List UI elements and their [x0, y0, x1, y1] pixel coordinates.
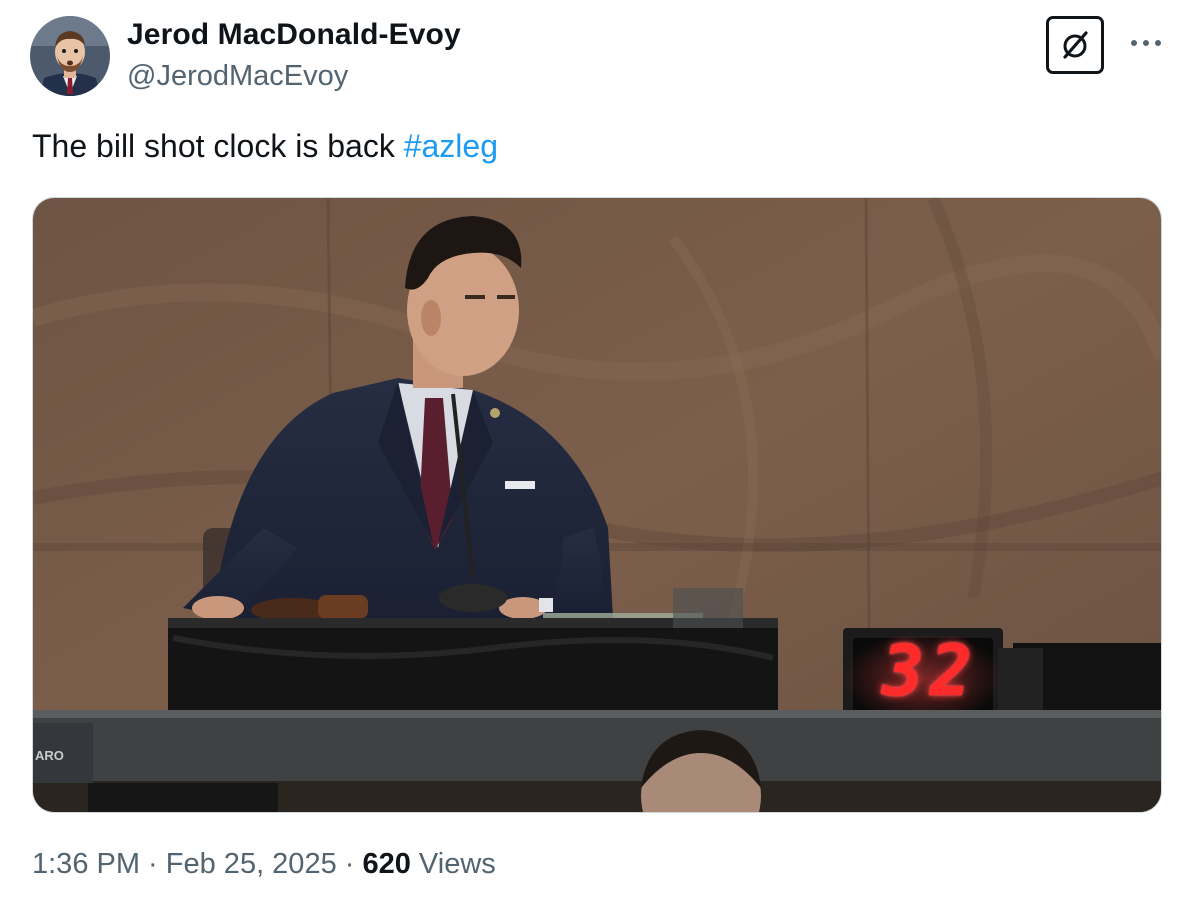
author-handle[interactable]: @JerodMacEvoy: [127, 60, 348, 93]
tweet-timestamp-time[interactable]: 1:36 PM: [32, 848, 140, 880]
tweet-media-video[interactable]: 32 ARO: [32, 197, 1162, 813]
meta-separator: ·: [336, 848, 363, 880]
author-display-name[interactable]: Jerod MacDonald-Evoy: [127, 18, 461, 52]
views-count: 620: [362, 848, 411, 880]
more-options-button[interactable]: [1126, 28, 1166, 58]
tweet-timestamp-date[interactable]: Feb 25, 2025: [166, 848, 337, 880]
grok-button[interactable]: [1046, 16, 1104, 74]
author-avatar[interactable]: [30, 16, 110, 96]
meta-separator: ·: [140, 848, 166, 880]
grok-slash-circle-icon: [1063, 31, 1088, 59]
nameplate-label: ARO: [35, 748, 64, 763]
shot-clock-display: 32: [881, 630, 979, 712]
video-still-image: [33, 198, 1161, 812]
hashtag-link[interactable]: #azleg: [404, 128, 498, 164]
profile-photo-icon: [30, 16, 110, 96]
tweet-metadata: 1:36 PM · Feb 25, 2025 · 620 Views: [32, 848, 496, 881]
tweet-card: Jerod MacDonald-Evoy @JerodMacEvoy The b…: [0, 0, 1198, 908]
views-label: Views: [410, 848, 496, 880]
more-dots-icon: [1131, 40, 1161, 46]
tweet-body-text: The bill shot clock is back: [32, 128, 404, 164]
tweet-text: The bill shot clock is back #azleg: [32, 128, 498, 165]
